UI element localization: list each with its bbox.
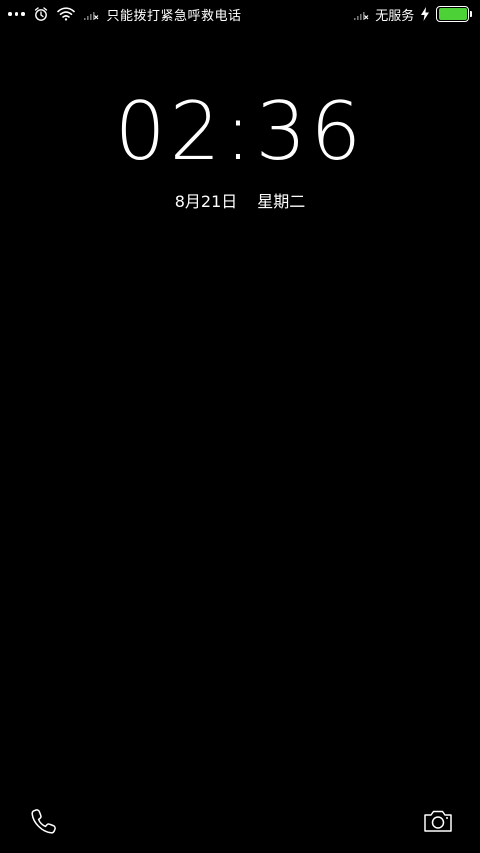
more-dots-icon <box>8 6 25 22</box>
phone-icon[interactable] <box>28 805 60 837</box>
no-service-text: 无服务 <box>375 8 415 24</box>
lockscreen-weekday: 星期二 <box>257 192 306 211</box>
emergency-calls-only-text: 只能拨打紧急呼救电话 <box>106 8 242 24</box>
signal-x-icon <box>353 7 369 21</box>
lockscreen-date-row: 8月21日 星期二 <box>0 188 480 212</box>
battery-icon <box>436 5 472 23</box>
status-bar: 只能拨打紧急呼救电话 无服务 <box>0 0 480 28</box>
battery-fill <box>438 8 467 20</box>
status-bar-left: 只能拨打紧急呼救电话 <box>8 5 242 24</box>
lockscreen-time: 02:36 <box>114 85 366 178</box>
charging-icon <box>420 7 430 21</box>
signal-x-icon <box>83 7 99 21</box>
camera-icon[interactable] <box>422 805 454 837</box>
lockscreen-date: 8月21日 <box>174 192 238 211</box>
alarm-icon <box>33 6 49 22</box>
wifi-icon <box>56 7 75 21</box>
status-bar-right: 无服务 <box>353 5 472 24</box>
